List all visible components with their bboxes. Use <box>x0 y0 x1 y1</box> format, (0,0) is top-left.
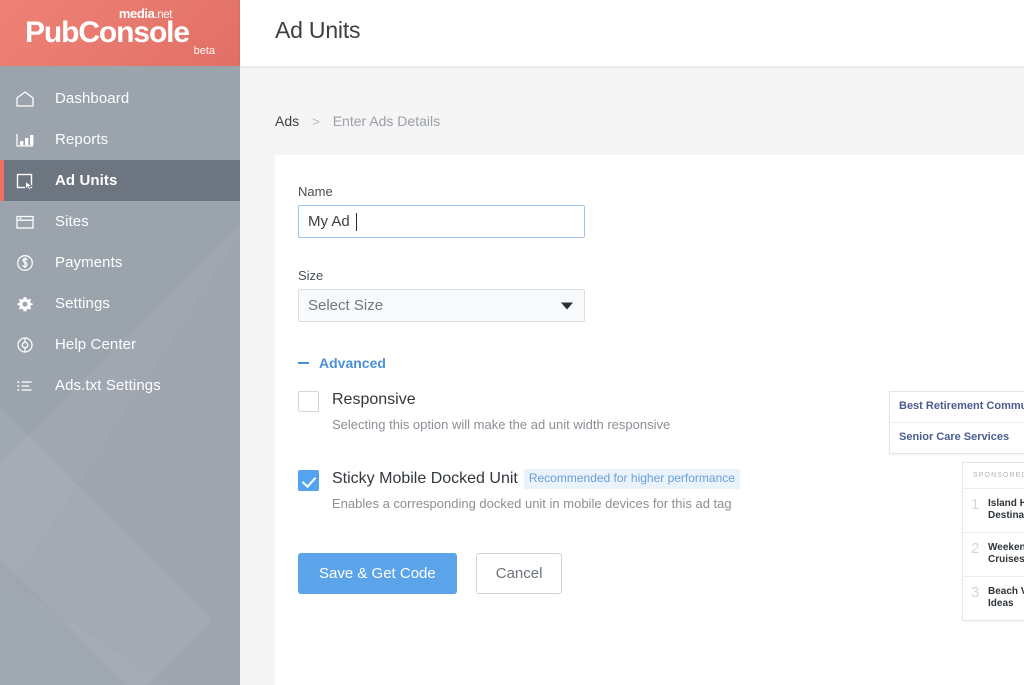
sticky-checkbox[interactable] <box>298 470 319 491</box>
name-input-wrapper <box>298 205 585 238</box>
top-bar: Ad Units <box>240 0 1024 66</box>
sidebar-item-label: Ads.txt Settings <box>55 376 161 394</box>
sponsored-rank: 2 <box>971 540 980 557</box>
list-icon <box>14 374 44 398</box>
responsive-description: Selecting this option will make the ad u… <box>332 417 671 432</box>
breadcrumb-link-ads[interactable]: Ads <box>275 113 299 129</box>
sidebar-item-label: Payments <box>55 253 123 271</box>
minus-icon <box>298 362 309 364</box>
size-select[interactable]: Select Size <box>298 289 585 322</box>
ad-preview-link[interactable]: Best Retirement Communit <box>890 392 1024 423</box>
responsive-label: Responsive <box>332 391 416 408</box>
ad-preview-widget-links[interactable]: Best Retirement Communit Senior Care Ser… <box>889 391 1024 454</box>
home-icon <box>14 87 44 111</box>
sticky-option: Sticky Mobile Docked Unit Recommended fo… <box>298 469 740 512</box>
sidebar: media.net PubConsole beta Dashboard Repo… <box>0 0 240 685</box>
sidebar-item-sites[interactable]: Sites <box>0 201 240 242</box>
sponsored-text: Island HoDestinatio <box>988 498 1024 521</box>
help-target-icon <box>14 333 44 357</box>
sidebar-item-payments[interactable]: Payments <box>0 242 240 283</box>
logo-pubconsole: PubConsole <box>25 16 190 49</box>
sidebar-item-label: Dashboard <box>55 89 130 107</box>
dollar-circle-icon <box>14 251 44 275</box>
form-actions: Save & Get Code Cancel <box>298 553 740 594</box>
sponsored-list-item[interactable]: 3 Beach VaIdeas <box>963 576 1024 620</box>
size-field-group: Size Select Size <box>298 268 740 322</box>
gear-icon <box>14 292 44 316</box>
chevron-right-icon: > <box>312 113 320 129</box>
ad-preview-link[interactable]: Senior Care Services <box>890 423 1024 453</box>
app-logo[interactable]: media.net PubConsole beta <box>0 0 240 66</box>
text-caret <box>356 213 357 231</box>
responsive-title-line: Responsive <box>332 390 670 410</box>
sponsored-rank: 3 <box>971 584 980 601</box>
sidebar-item-dashboard[interactable]: Dashboard <box>0 78 240 119</box>
sticky-option-body: Sticky Mobile Docked Unit Recommended fo… <box>332 469 740 512</box>
sidebar-watermark-b <box>0 407 213 685</box>
app-root: media.net PubConsole beta Dashboard Repo… <box>0 0 1024 685</box>
browser-window-icon <box>14 210 44 234</box>
advanced-toggle[interactable]: Advanced <box>298 355 398 371</box>
size-select-value: Select Size <box>308 297 384 314</box>
bar-chart-icon <box>14 128 44 152</box>
sponsored-text: Beach VaIdeas <box>988 586 1024 609</box>
breadcrumb-current: Enter Ads Details <box>332 113 441 129</box>
save-get-code-button[interactable]: Save & Get Code <box>298 553 457 594</box>
ad-preview-widget-sponsored[interactable]: SPONSORED 1 Island HoDestinatio 2 Weeken… <box>962 462 1024 621</box>
sidebar-item-reports[interactable]: Reports <box>0 119 240 160</box>
sidebar-item-label: Help Center <box>55 335 137 353</box>
form-spacer <box>298 238 740 268</box>
ad-unit-icon <box>14 169 44 193</box>
sidebar-item-label: Reports <box>55 130 109 148</box>
sticky-label: Sticky Mobile Docked Unit <box>332 470 518 487</box>
responsive-option-body: Responsive Selecting this option will ma… <box>332 390 670 433</box>
sponsored-heading: SPONSORED <box>973 472 1024 479</box>
chevron-down-icon <box>561 302 573 309</box>
main-area: Ad Units Ads > Enter Ads Details Name Si… <box>240 0 1024 685</box>
logo-beta-tag: beta <box>193 45 215 57</box>
sticky-title-line: Sticky Mobile Docked Unit Recommended fo… <box>332 469 740 489</box>
recommended-badge: Recommended for higher performance <box>523 469 740 489</box>
name-input[interactable] <box>298 205 585 238</box>
advanced-toggle-label: Advanced <box>319 355 386 371</box>
page-title: Ad Units <box>275 17 361 43</box>
name-field-label: Name <box>298 184 333 199</box>
sidebar-item-label: Ad Units <box>55 171 118 189</box>
sponsored-list-item[interactable]: 2 WeekendCruises <box>963 532 1024 576</box>
size-field-label: Size <box>298 268 324 283</box>
sidebar-item-ad-units[interactable]: Ad Units <box>0 160 240 201</box>
name-field-group: Name <box>298 184 740 238</box>
sidebar-item-help-center[interactable]: Help Center <box>0 324 240 365</box>
ad-unit-form: Name Size Select Size Adva <box>298 184 740 594</box>
sponsored-rank: 1 <box>971 496 980 513</box>
sidebar-item-label: Settings <box>55 294 110 312</box>
sidebar-item-settings[interactable]: Settings <box>0 283 240 324</box>
sidebar-item-ads-txt-settings[interactable]: Ads.txt Settings <box>0 365 240 406</box>
sponsored-list-item[interactable]: 1 Island HoDestinatio <box>963 488 1024 532</box>
sidebar-nav: Dashboard Reports Ad Units Sites Payment… <box>0 66 240 406</box>
sponsored-text: WeekendCruises <box>988 542 1024 565</box>
cancel-button[interactable]: Cancel <box>475 553 563 594</box>
sticky-description: Enables a corresponding docked unit in m… <box>332 496 732 511</box>
responsive-checkbox[interactable] <box>298 391 319 412</box>
sidebar-item-label: Sites <box>55 212 89 230</box>
responsive-option: Responsive Selecting this option will ma… <box>298 390 740 433</box>
breadcrumb: Ads > Enter Ads Details <box>275 113 440 129</box>
